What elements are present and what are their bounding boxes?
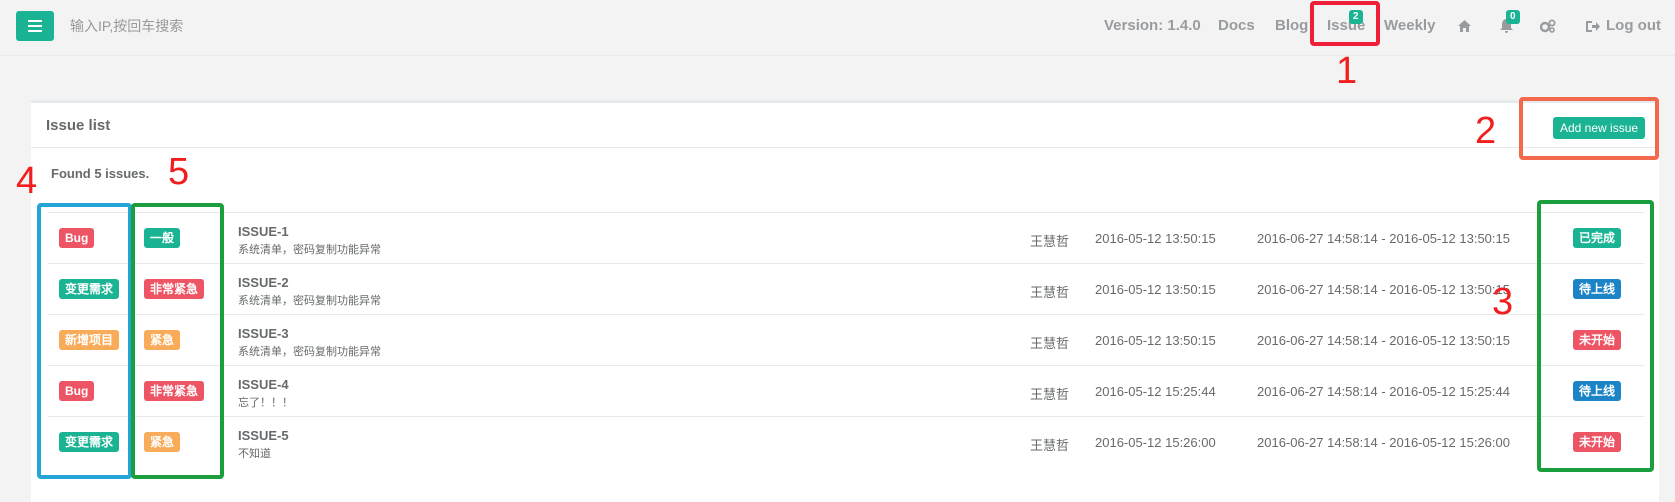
notification-count-badge: 0 xyxy=(1506,10,1520,24)
issue-time-range: 2016-06-27 14:58:14 - 2016-05-12 15:25:4… xyxy=(1257,384,1510,399)
table-row[interactable]: 变更需求 紧急 ISSUE-5 不知道 王慧哲 2016-05-12 15:26… xyxy=(48,416,1644,467)
issue-title[interactable]: ISSUE-3 xyxy=(238,326,289,341)
annotation-number-3: 3 xyxy=(1492,281,1514,323)
issue-title[interactable]: ISSUE-5 xyxy=(238,428,289,443)
annotation-number-5: 5 xyxy=(168,151,190,193)
issue-list-panel: Issue list Add new issue Found 5 issues.… xyxy=(31,100,1659,502)
issue-created-time: 2016-05-12 13:50:15 xyxy=(1095,282,1216,297)
issue-created-time: 2016-05-12 15:26:00 xyxy=(1095,435,1216,450)
menu-toggle-button[interactable] xyxy=(16,11,54,41)
panel-header: Issue list Add new issue xyxy=(31,103,1659,148)
annotation-box-5 xyxy=(131,203,224,479)
issue-description: 系统清单，密码复制功能异常 xyxy=(238,244,381,256)
docs-link[interactable]: Docs xyxy=(1218,17,1255,34)
issue-description: 系统清单，密码复制功能异常 xyxy=(238,295,381,307)
issue-time-range: 2016-06-27 14:58:14 - 2016-05-12 15:26:0… xyxy=(1257,435,1510,450)
issue-time-range: 2016-06-27 14:58:14 - 2016-05-12 13:50:1… xyxy=(1257,231,1510,246)
table-row[interactable]: 新增项目 紧急 ISSUE-3 系统清单，密码复制功能异常 王慧哲 2016-0… xyxy=(48,314,1644,365)
annotation-box-2 xyxy=(1519,97,1659,160)
annotation-box-1 xyxy=(1310,1,1380,46)
table-row[interactable]: Bug 一般 ISSUE-1 系统清单，密码复制功能异常 王慧哲 2016-05… xyxy=(48,212,1644,263)
issue-title[interactable]: ISSUE-1 xyxy=(238,224,289,239)
sign-out-icon[interactable] xyxy=(1584,17,1602,35)
logout-link[interactable]: Log out xyxy=(1606,17,1661,34)
issue-owner: 王慧哲 xyxy=(1030,336,1070,351)
issue-owner: 王慧哲 xyxy=(1030,387,1070,402)
blog-link[interactable]: Blog xyxy=(1275,17,1308,34)
weekly-link[interactable]: Weekly xyxy=(1384,17,1435,34)
issue-time-range: 2016-06-27 14:58:14 - 2016-05-12 13:50:1… xyxy=(1257,333,1510,348)
issue-description: 忘了！！！ xyxy=(238,397,293,409)
top-navbar: Version: 1.4.0 Docs Blog Issue 2 Weekly … xyxy=(0,0,1675,56)
issue-created-time: 2016-05-12 15:25:44 xyxy=(1095,384,1216,399)
issue-owner: 王慧哲 xyxy=(1030,234,1070,249)
menu-icon xyxy=(28,20,42,32)
cogs-icon[interactable] xyxy=(1539,17,1557,35)
table-row[interactable]: Bug 非常紧急 ISSUE-4 忘了！！！ 王慧哲 2016-05-12 15… xyxy=(48,365,1644,416)
issue-description: 系统清单，密码复制功能异常 xyxy=(238,346,381,358)
panel-title: Issue list xyxy=(46,117,111,134)
table-row[interactable]: 变更需求 非常紧急 ISSUE-2 系统清单，密码复制功能异常 王慧哲 2016… xyxy=(48,263,1644,314)
annotation-number-4: 4 xyxy=(16,160,38,202)
annotation-number-1: 1 xyxy=(1336,50,1358,92)
issue-owner: 王慧哲 xyxy=(1030,438,1070,453)
issue-count-text: Found 5 issues. xyxy=(51,166,150,181)
ip-search-input[interactable] xyxy=(70,14,370,38)
issue-created-time: 2016-05-12 13:50:15 xyxy=(1095,231,1216,246)
issue-title[interactable]: ISSUE-4 xyxy=(238,377,289,392)
version-label: Version: 1.4.0 xyxy=(1104,17,1201,34)
issue-description: 不知道 xyxy=(238,448,271,460)
issue-time-range: 2016-06-27 14:58:14 - 2016-05-12 13:50:1… xyxy=(1257,282,1510,297)
annotation-box-3 xyxy=(1537,200,1654,472)
issue-created-time: 2016-05-12 13:50:15 xyxy=(1095,333,1216,348)
issue-owner: 王慧哲 xyxy=(1030,285,1070,300)
home-icon[interactable] xyxy=(1455,17,1473,35)
issue-title[interactable]: ISSUE-2 xyxy=(238,275,289,290)
annotation-box-4 xyxy=(37,203,132,479)
annotation-number-2: 2 xyxy=(1475,110,1497,152)
